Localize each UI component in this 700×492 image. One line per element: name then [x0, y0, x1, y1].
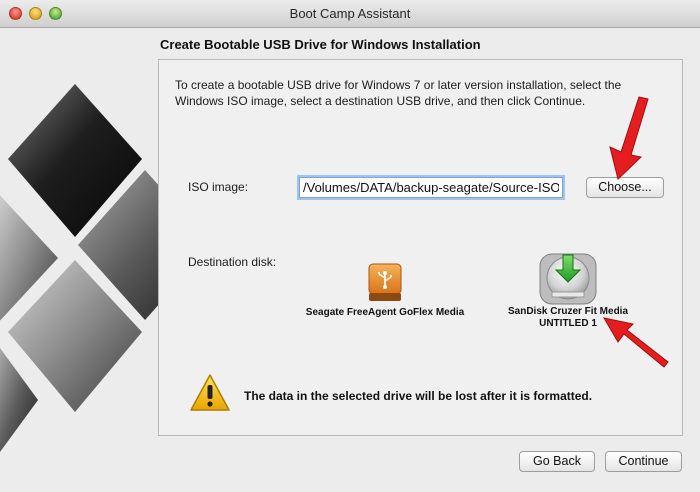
disk-download-icon	[539, 253, 597, 305]
boot-camp-window: Boot Camp Assistant Create Bootable USB …	[0, 0, 700, 492]
usb-drive-icon	[368, 263, 402, 301]
page-heading: Create Bootable USB Drive for Windows In…	[160, 37, 481, 52]
disk-item-seagate[interactable]: Seagate FreeAgent GoFlex Media	[300, 258, 470, 320]
annotation-arrow-icon	[603, 317, 669, 368]
annotation-arrow-icon	[609, 96, 649, 180]
disk-name: Seagate FreeAgent GoFlex Media	[305, 307, 465, 318]
warning-triangle-icon	[190, 374, 230, 411]
continue-button[interactable]: Continue	[605, 451, 682, 472]
intro-text: To create a bootable USB drive for Windo…	[175, 78, 622, 108]
warning-text: The data in the selected drive will be l…	[244, 389, 593, 403]
destination-disk-label: Destination disk:	[188, 255, 277, 269]
go-back-button[interactable]: Go Back	[519, 451, 595, 472]
iso-image-label: ISO image:	[188, 180, 249, 194]
iso-path-field[interactable]	[299, 177, 563, 198]
